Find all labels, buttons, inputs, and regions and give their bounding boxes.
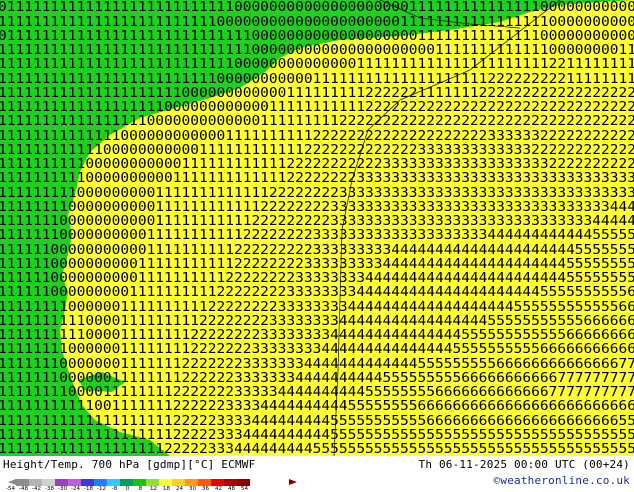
- digit-row: 1111110000000001111111111222222223333333…: [0, 285, 634, 300]
- digit-row: 1111111111111111111000000000000111111111…: [0, 100, 634, 115]
- scale-swatch: [68, 479, 81, 486]
- digit-row: 1111111111111111111111111000000000001111…: [0, 72, 634, 87]
- digit-row: 1111111111111111111111111000000000000000…: [0, 15, 634, 30]
- digit-row: 1111111111111111111122222333444444444455…: [0, 428, 634, 443]
- digit-row: 1111111100000011111111112222222233333333…: [0, 300, 634, 315]
- scale-swatch: [55, 479, 68, 486]
- scale-swatch: [237, 479, 250, 486]
- map-canvas: 0111111111111111111111111110000000000000…: [0, 0, 634, 456]
- digit-row: 1111111111111111111111111110000000000000…: [0, 57, 634, 72]
- scale-swatch: [211, 479, 224, 486]
- digit-row: 0111111111111111111111111110000000000000…: [0, 0, 634, 15]
- scale-left-arrow: [8, 479, 16, 485]
- digit-row: 1111111111110000000000011111111111122222…: [0, 143, 634, 158]
- footer-bar: Height/Temp. 700 hPa [gdmp][°C] ECMWF Th…: [0, 456, 634, 492]
- digit-row: 1111111111000011111111122222222333333334…: [0, 314, 634, 329]
- map-title: Height/Temp. 700 hPa [gdmp][°C] ECMWF: [3, 458, 256, 471]
- scale-swatch: [29, 479, 42, 486]
- digit-row: 1111111111111111111222223334444444445555…: [0, 442, 634, 456]
- digit-row: 1111111111111100000000000011111111112222…: [0, 129, 634, 144]
- scale-swatch: [185, 479, 198, 486]
- digit-row: 1111111111111111111110000000000001111111…: [0, 86, 634, 101]
- digit-grid: 0111111111111111111111111110000000000000…: [0, 0, 634, 456]
- digit-row: 1111110000000000111111111112222222233333…: [0, 257, 634, 272]
- scale-swatch: [120, 479, 133, 486]
- digit-row: 1111110000000000011111111112222222223333…: [0, 243, 634, 258]
- scale-swatch: [133, 479, 146, 486]
- digit-row: 1111111000000000011111111111222222223333…: [0, 228, 634, 243]
- digit-row: 1111111111111111100000000000001111111112…: [0, 114, 634, 129]
- digit-row: 0111111111111111111111111111100000000000…: [0, 29, 634, 44]
- digit-row: 1111111111000000000001111111111112222222…: [0, 157, 634, 172]
- scale-swatch: [146, 479, 159, 486]
- digit-row: 1111111111111111111111111111100000000000…: [0, 43, 634, 58]
- credit-link[interactable]: ©weatheronline.co.uk: [494, 474, 630, 487]
- digit-row: 1111111100000000001111111111112222222233…: [0, 200, 634, 215]
- scale-swatch: [16, 479, 29, 486]
- scale-right-arrow: [289, 479, 297, 485]
- digit-row: 1111111110000000001111111111111222222223…: [0, 186, 634, 201]
- scale-swatch: [81, 479, 94, 486]
- scale-swatch: [94, 479, 107, 486]
- map-datetime: Th 06-11-2025 00:00 UTC (00+24): [418, 458, 630, 471]
- color-scale: [16, 479, 250, 486]
- digit-row: 1111111000000111111112222223333333444444…: [0, 371, 634, 386]
- scale-swatch: [107, 479, 120, 486]
- scale-swatch: [172, 479, 185, 486]
- digit-row: 1111111111100111111122222233334444444444…: [0, 399, 634, 414]
- scale-swatch: [224, 479, 237, 486]
- digit-row: 1111111000000011111112222222333333344444…: [0, 357, 634, 372]
- scale-swatch: [42, 479, 55, 486]
- digit-row: 1111111000000000001111111111122222222233…: [0, 214, 634, 229]
- digit-row: 1111111111111111111122222333344444444455…: [0, 414, 634, 429]
- digit-row: 1111111111000000000011111111111112222222…: [0, 171, 634, 186]
- digit-row: 1111110000000000111111111122222222333333…: [0, 271, 634, 286]
- digit-row: 1111111100000011111111222222233333333444…: [0, 342, 634, 357]
- scale-swatch: [198, 479, 211, 486]
- digit-row: 1111111100001111111122222223333344444444…: [0, 385, 634, 400]
- scale-swatch: [159, 479, 172, 486]
- weather-map: 0111111111111111111111111110000000000000…: [0, 0, 634, 456]
- digit-row: 1111111111000011111111222222223333333344…: [0, 328, 634, 343]
